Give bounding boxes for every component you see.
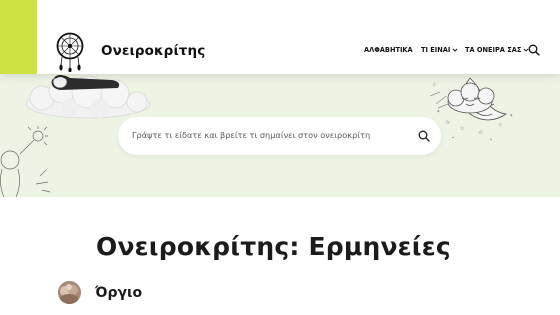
search-placeholder: Γράψτε τι είδατε και βρείτε τι σημαίνει …	[132, 130, 371, 140]
svg-text:☆: ☆	[498, 122, 503, 128]
site-header: Ονειροκρίτης ΑΛΦΑΒΗΤΙΚΑ ΤΙ ΕΙΝΑΙ ΤΑ ΟΝΕΙ…	[0, 0, 560, 74]
accent-bar	[0, 0, 37, 74]
nav-item-label: ΑΛΦΑΒΗΤΙΚΑ	[364, 46, 413, 54]
entry-thumbnail	[58, 281, 81, 304]
lamp-man-illustration	[0, 126, 51, 197]
search-icon[interactable]	[528, 44, 540, 56]
list-item[interactable]: Όργιο	[58, 281, 142, 304]
svg-text:☆: ☆	[478, 129, 483, 136]
nav-item-label: ΤΑ ΟΝΕΙΡΑ ΣΑΣ	[465, 46, 522, 54]
svg-text:*: *	[510, 114, 513, 120]
hero-search-input[interactable]: Γράψτε τι είδατε και βρείτε τι σημαίνει …	[118, 117, 441, 155]
site-brand[interactable]: Ονειροκρίτης	[101, 43, 205, 59]
svg-text:☆: ☆	[432, 82, 437, 88]
dreamcatcher-icon[interactable]	[54, 32, 86, 72]
moon-cloud-illustration: * ☆ ☆ ☆ ☆ * * * ☆	[429, 77, 513, 143]
search-icon[interactable]	[418, 130, 430, 142]
page-title: Ονειροκρίτης: Ερμηνείες	[96, 232, 451, 261]
svg-text:*: *	[452, 136, 454, 141]
svg-text:☆: ☆	[445, 119, 450, 126]
svg-text:*: *	[490, 138, 492, 143]
entry-label[interactable]: Όργιο	[95, 285, 142, 301]
chevron-down-icon	[452, 48, 458, 52]
svg-text:*: *	[437, 110, 440, 116]
svg-text:☆: ☆	[460, 126, 465, 132]
nav-item-what-is[interactable]: ΤΙ ΕΙΝΑΙ	[421, 46, 458, 54]
hero-banner: * ☆ ☆ ☆ ☆ * * * ☆ Γράψτε τι είδατε και β…	[0, 74, 560, 197]
nav-item-alphabetical[interactable]: ΑΛΦΑΒΗΤΙΚΑ	[364, 46, 413, 54]
nav-item-your-dreams[interactable]: ΤΑ ΟΝΕΙΡΑ ΣΑΣ	[465, 46, 529, 54]
nav-item-label: ΤΙ ΕΙΝΑΙ	[421, 46, 451, 54]
sleeping-cloud-illustration	[25, 75, 151, 119]
